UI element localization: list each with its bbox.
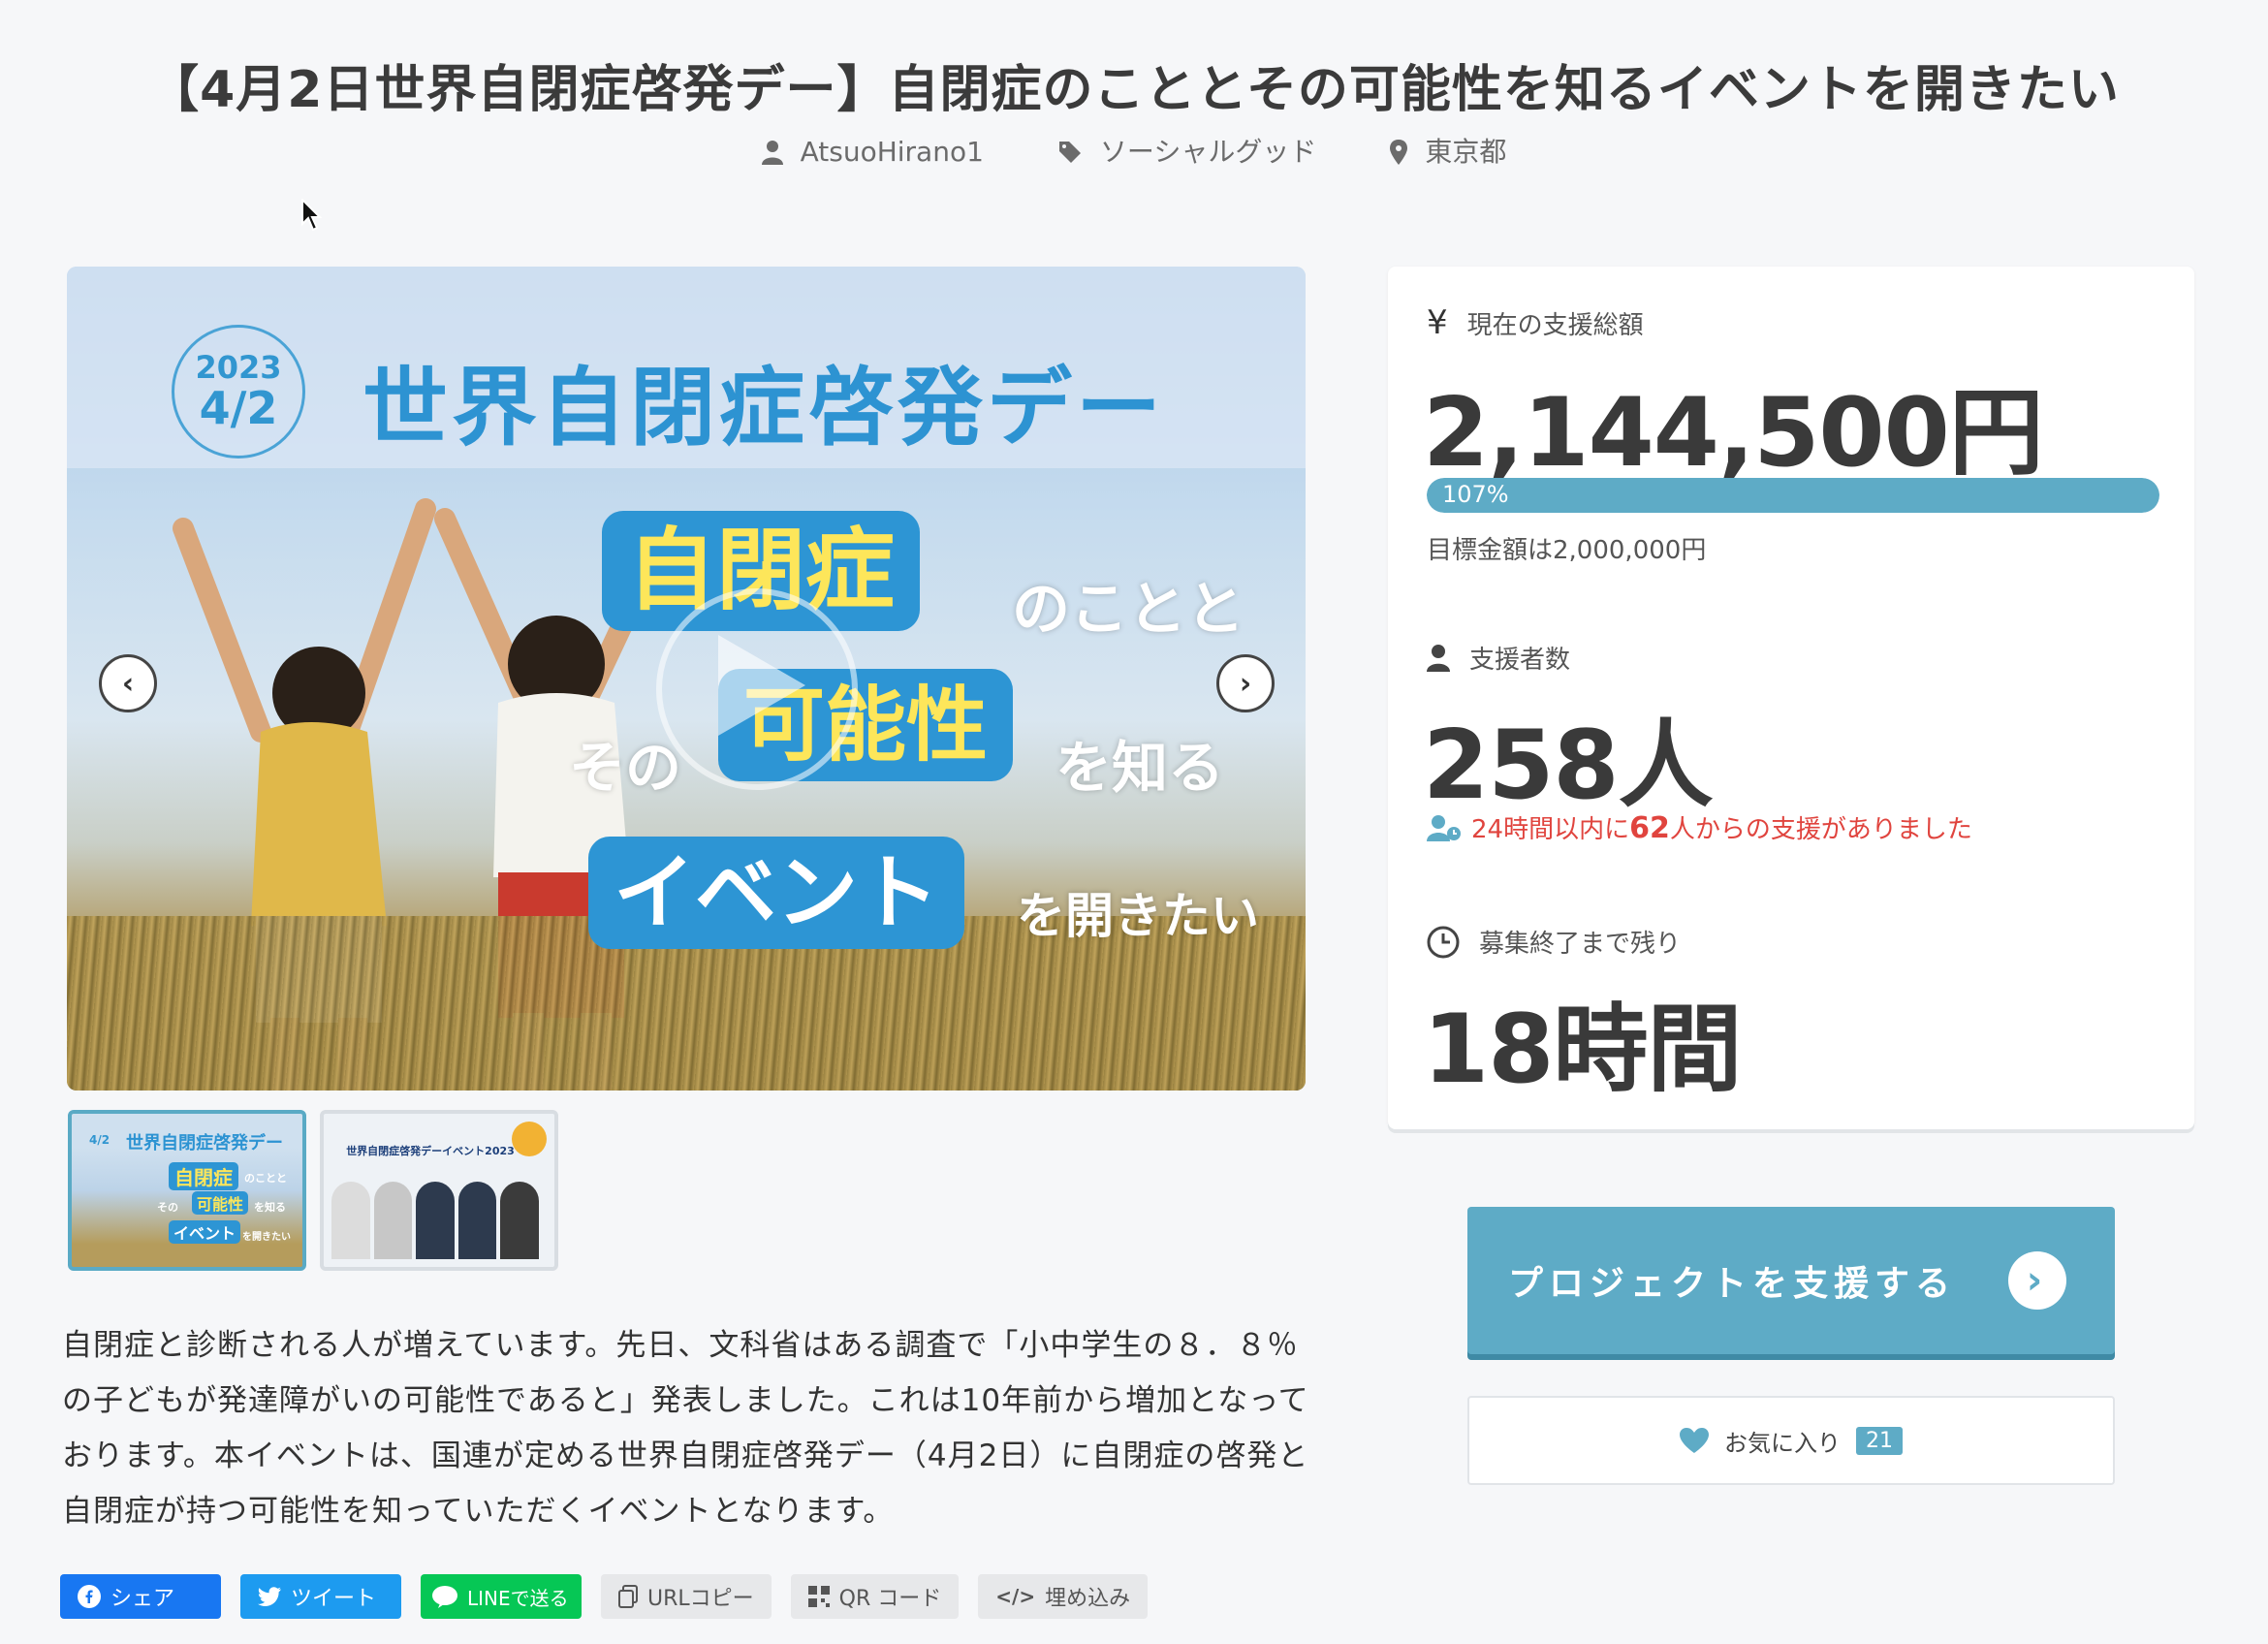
funding-stats-card: ¥ 現在の支援総額 2,144,500円 107% 目標金額は2,000,000…	[1388, 267, 2194, 1129]
hero-text-1: のことと	[1012, 576, 1244, 644]
chevron-left-icon: ‹	[121, 666, 135, 701]
total-amount-label-row: ¥ 現在の支援総額	[1427, 303, 1644, 342]
thumbnail-1-headline: 世界自閉症啓発デー	[126, 1133, 283, 1154]
recent-count: 62	[1629, 811, 1670, 845]
thumbnail-2-speakers	[331, 1182, 539, 1259]
thumbnail-1-text-2: その	[157, 1201, 178, 1214]
thumbnail-1-date: 4/2	[89, 1133, 110, 1147]
recent-suffix: 人からの支援がありました	[1669, 815, 1972, 844]
favorite-label: お気に入り	[1724, 1429, 1841, 1457]
support-project-label: プロジェクトを支援する	[1508, 1264, 1957, 1304]
funding-goal: 目標金額は2,000,000円	[1427, 536, 1707, 565]
url-copy-label: URLコピー	[647, 1587, 754, 1611]
funding-percent: 107%	[1442, 481, 1509, 508]
thumbnail-1-pill-2: 可能性	[192, 1191, 249, 1215]
location-link[interactable]: 東京都	[1390, 128, 1506, 176]
embed-label: 埋め込み	[1045, 1587, 1131, 1611]
hero-text-3: を知る	[1055, 735, 1225, 801]
line-share-label: LINEで送る	[467, 1586, 569, 1610]
twitter-share-label: ツイート	[291, 1587, 377, 1611]
thumbnail-1-pill-1: 自閉症	[169, 1162, 238, 1190]
total-amount: 2,144,500円	[1423, 378, 2044, 489]
thumbnail-1-pill-3: イベント	[169, 1220, 241, 1244]
recent-prefix: 24時間以内に	[1471, 815, 1630, 844]
facebook-share-button[interactable]: シェア	[60, 1574, 221, 1619]
hero-date: 4/2	[199, 381, 278, 434]
project-meta: AtsuoHirano1 ソーシャルグッド 東京都	[0, 128, 2268, 176]
hero-year: 2023	[195, 349, 282, 387]
carousel-next-button[interactable]: ›	[1216, 654, 1275, 712]
thumbnail-1-text-4: を開きたい	[242, 1232, 291, 1243]
url-copy-button[interactable]: URLコピー	[601, 1574, 772, 1619]
twitter-share-button[interactable]: ツイート	[240, 1574, 401, 1619]
embed-button[interactable]: </> 埋め込み	[978, 1574, 1149, 1619]
twitter-icon	[258, 1587, 281, 1606]
share-bar: シェア ツイート LINEで送る URLコピー QR コード </> 埋め込み	[60, 1574, 1149, 1619]
page-title: 【4月2日世界自閉症啓発デー】自閉症のこととその可能性を知るイベントを開きたい	[148, 60, 2120, 119]
user-icon	[761, 141, 783, 165]
backers-label-row: 支援者数	[1427, 640, 1570, 676]
tag-icon	[1058, 142, 1081, 163]
thumbnail-2-badge	[512, 1122, 547, 1156]
support-project-button[interactable]: プロジェクトを支援する ›	[1467, 1207, 2115, 1354]
funding-progress-fill: 107%	[1427, 478, 2159, 513]
chevron-right-icon: ›	[2008, 1251, 2066, 1310]
category-link[interactable]: ソーシャルグッド	[1057, 128, 1316, 176]
hero-text-4: を開きたい	[1017, 888, 1259, 944]
location-name: 東京都	[1425, 136, 1507, 168]
author-link[interactable]: AtsuoHirano1	[761, 128, 984, 176]
map-pin-icon	[1390, 140, 1408, 165]
play-icon	[718, 635, 805, 736]
qr-code-button[interactable]: QR コード	[790, 1574, 960, 1619]
remaining-time: 18時間	[1423, 995, 1742, 1105]
remaining-label: 募集終了まで残り	[1479, 930, 1682, 959]
qr-code-label: QR コード	[838, 1587, 942, 1611]
qr-code-icon	[807, 1586, 830, 1607]
author-name: AtsuoHirano1	[800, 136, 984, 168]
backers-count: 258人	[1423, 711, 1714, 821]
thumbnail-2-headline: 世界自閉症啓発デーイベント2023	[346, 1145, 515, 1157]
thumbnail-1-text-1: のことと	[244, 1172, 287, 1185]
line-icon	[432, 1586, 457, 1608]
yen-icon: ¥	[1427, 303, 1448, 342]
clock-icon	[1427, 926, 1460, 958]
thumbnail-2[interactable]: 世界自閉症啓発デーイベント2023	[320, 1110, 558, 1271]
hero-carousel[interactable]: 2023 4/2 世界自閉症啓発デー 自閉症 のことと その 可能性 を知る イ…	[67, 267, 1306, 1091]
backers-label: 支援者数	[1469, 646, 1571, 675]
favorite-button[interactable]: お気に入り 21	[1467, 1396, 2115, 1485]
hero-headline: 世界自閉症啓発デー	[362, 358, 1166, 458]
thumbnail-1-text-3: を知る	[254, 1201, 286, 1214]
hero-text-2: その	[569, 735, 682, 801]
users-clock-icon	[1427, 814, 1461, 841]
funding-progress-bar: 107%	[1427, 478, 2159, 513]
copy-icon	[618, 1585, 638, 1608]
remaining-label-row: 募集終了まで残り	[1427, 924, 1681, 960]
user-icon	[1427, 644, 1450, 672]
total-amount-label: 現在の支援総額	[1466, 310, 1644, 340]
hero-date-badge: 2023 4/2	[172, 325, 305, 458]
category-name: ソーシャルグッド	[1099, 136, 1317, 168]
heart-icon	[1680, 1428, 1709, 1453]
hero-pill-event: イベント	[588, 837, 965, 949]
code-icon: </>	[995, 1585, 1036, 1608]
mouse-cursor-icon	[301, 199, 323, 232]
line-share-button[interactable]: LINEで送る	[421, 1574, 582, 1619]
thumbnail-1[interactable]: 4/2 世界自閉症啓発デー 自閉症 のことと その 可能性 を知る イベント を…	[68, 1110, 306, 1271]
project-description: 自閉症と診断される人が増えています。先日、文科省はある調査で「小中学生の８．８％…	[62, 1328, 1309, 1529]
facebook-icon	[78, 1585, 101, 1608]
chevron-right-icon: ›	[1239, 666, 1252, 701]
recent-backers-text: 24時間以内に62人からの支援がありました	[1471, 809, 1972, 845]
recent-backers-notice: 24時間以内に62人からの支援がありました	[1427, 809, 1972, 845]
carousel-prev-button[interactable]: ‹	[99, 654, 157, 712]
facebook-share-label: シェア	[110, 1587, 175, 1611]
favorite-count: 21	[1856, 1426, 1903, 1455]
